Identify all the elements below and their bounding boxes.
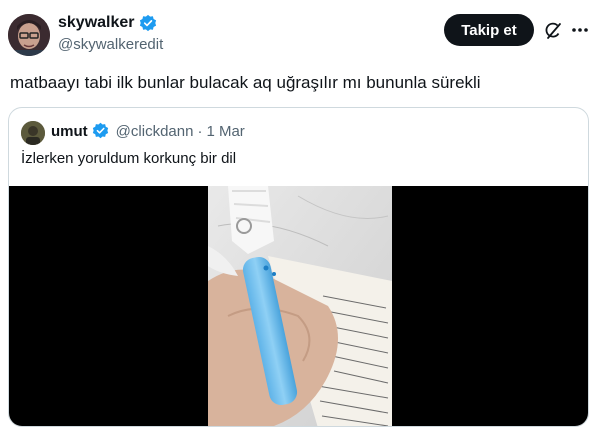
grok-icon[interactable] (543, 21, 563, 41)
author-display-name[interactable]: skywalker (58, 14, 135, 32)
verified-badge-icon (92, 122, 110, 140)
quoted-author-display-name[interactable]: umut (51, 123, 88, 140)
quoted-tweet-date[interactable]: 1 Mar (206, 123, 244, 140)
video-player[interactable] (9, 186, 588, 426)
quoted-author-avatar[interactable] (21, 121, 45, 145)
author-handle[interactable]: @skywalkeredit (58, 36, 163, 53)
quoted-tweet-text: İzlerken yoruldum korkunç bir dil (21, 150, 237, 167)
video-frame (208, 186, 392, 426)
quoted-tweet[interactable]: umut @clickdann · 1 Mar İzlerken yoruldu… (8, 107, 589, 427)
author-avatar[interactable] (8, 14, 50, 56)
tweet-text: matbaayı tabi ilk bunlar bulacak aq uğra… (10, 73, 481, 92)
verified-badge-icon (139, 14, 157, 32)
quoted-author-handle[interactable]: @clickdann (116, 123, 194, 140)
meta-separator: · (197, 122, 203, 140)
tweet-header: skywalker @skywalkeredit Takip et (0, 0, 600, 64)
follow-button[interactable]: Takip et (444, 14, 534, 46)
more-options-icon[interactable] (570, 20, 590, 40)
